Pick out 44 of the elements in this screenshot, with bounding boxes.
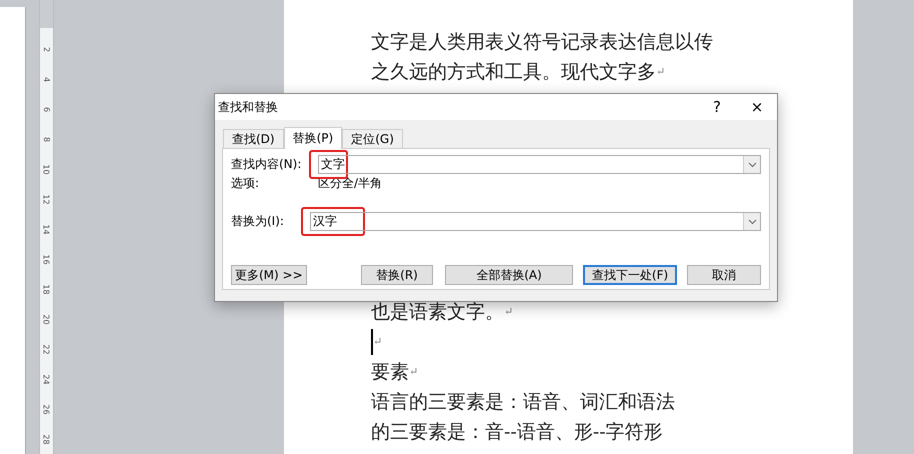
dropdown-button[interactable] <box>743 213 760 230</box>
options-label: 选项: <box>231 175 260 192</box>
help-button[interactable]: ? <box>697 95 737 119</box>
ruler-number: 10 <box>42 164 51 174</box>
tab[interactable]: 定位(G) <box>342 129 403 148</box>
field-label: 替换为(I): <box>231 213 285 230</box>
dialog-button[interactable]: 取消 <box>687 265 761 285</box>
dropdown-button[interactable] <box>743 156 760 173</box>
ruler-number: 28 <box>42 434 51 444</box>
field-label: 查找内容(N): <box>231 156 302 173</box>
paragraph-mark: ↵ <box>656 64 666 80</box>
dialog-button[interactable]: 全部替换(A) <box>445 265 573 285</box>
combo-field[interactable]: 汉字 <box>310 212 761 231</box>
ruler-number: 12 <box>42 194 51 204</box>
chevron-icon <box>748 162 756 168</box>
paragraph-mark: ↵ <box>504 304 514 320</box>
document-text: 文字是人类用表义符号记录表达信息以传 <box>371 30 713 55</box>
ruler-number: 6 <box>42 106 51 112</box>
document-text: 要素 <box>371 360 409 385</box>
tab[interactable]: 替换(P) <box>284 127 342 149</box>
ruler-number: 8 <box>42 136 51 142</box>
more-button[interactable]: 更多(M) >> <box>231 265 307 285</box>
paragraph-mark: ↵ <box>373 334 382 350</box>
ruler-number: 16 <box>42 254 51 264</box>
document-text: 也是语素文字。 <box>371 300 504 325</box>
ruler-number: 20 <box>42 314 51 324</box>
combo-field[interactable]: 文字 <box>318 155 761 174</box>
ruler-number: 4 <box>42 76 51 82</box>
paragraph-mark: ↵ <box>409 364 418 380</box>
ruler-number: 24 <box>42 374 51 384</box>
ruler-number: 26 <box>42 404 51 414</box>
document-text: 语言的三要素是：语音、词汇和语法 <box>371 390 675 415</box>
document-text: 的三要素是：音--语音、形--字符形 <box>371 420 663 445</box>
dialog-title: 查找和替换 <box>218 98 279 116</box>
dialog-button[interactable]: 替换(R) <box>360 265 434 285</box>
ruler-number: 2 <box>42 46 51 52</box>
tab[interactable]: 查找(D) <box>223 129 284 148</box>
ruler-number: 14 <box>42 224 51 234</box>
close-button[interactable]: × <box>737 95 777 119</box>
chevron-icon <box>748 218 756 224</box>
ruler-number: 18 <box>42 284 51 294</box>
document-text: 之久远的方式和工具。现代文字多 <box>371 60 656 85</box>
ruler-number: 22 <box>42 344 51 354</box>
dialog-button[interactable]: 查找下一处(F) <box>582 265 678 285</box>
